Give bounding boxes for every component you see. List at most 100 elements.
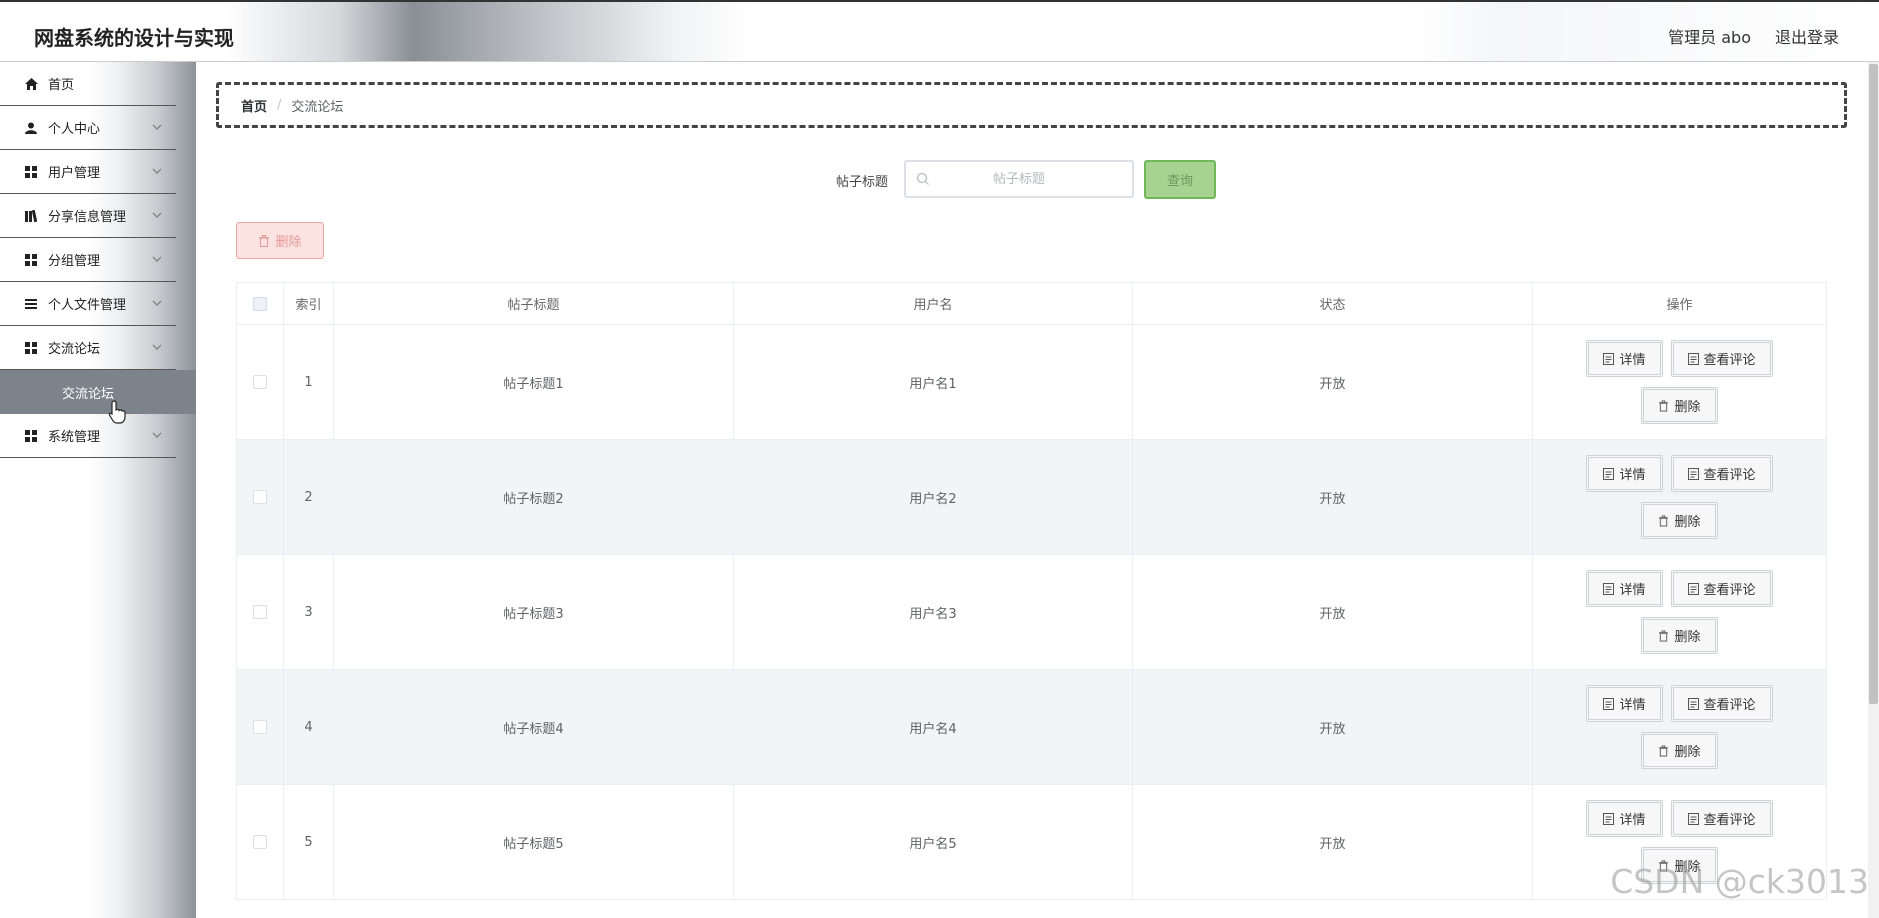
document-icon bbox=[1687, 812, 1699, 825]
column-header: 操作 bbox=[1533, 283, 1827, 324]
sidebar-item-users[interactable]: 用户管理 bbox=[0, 150, 176, 194]
detail-label: 详情 bbox=[1619, 813, 1646, 828]
row-index: 2 bbox=[284, 440, 334, 554]
chevron-down-icon bbox=[152, 212, 162, 218]
top-header: 网盘系统的设计与实现 管理员 abo 退出登录 bbox=[0, 0, 1879, 62]
detail-button[interactable]: 详情 bbox=[1586, 340, 1663, 377]
hand-cursor-icon bbox=[108, 400, 126, 424]
books-icon bbox=[24, 209, 38, 223]
sidebar-item-profile[interactable]: 个人中心 bbox=[0, 106, 176, 150]
row-checkbox-cell bbox=[236, 325, 284, 439]
sidebar-item-share-info[interactable]: 分享信息管理 bbox=[0, 194, 176, 238]
detail-button[interactable]: 详情 bbox=[1586, 570, 1663, 607]
view-comments-button[interactable]: 查看评论 bbox=[1670, 800, 1773, 837]
grid-icon bbox=[24, 165, 38, 179]
select-all-checkbox[interactable] bbox=[253, 296, 267, 311]
delete-label: 删除 bbox=[1674, 400, 1701, 415]
column-header: 用户名 bbox=[734, 283, 1133, 324]
breadcrumb-current: 交流论坛 bbox=[291, 99, 344, 115]
search-field[interactable] bbox=[904, 160, 1134, 198]
sidebar-item-personal-files[interactable]: 个人文件管理 bbox=[0, 282, 176, 326]
app-title: 网盘系统的设计与实现 bbox=[34, 26, 234, 50]
sidebar-item-label: 首页 bbox=[48, 78, 75, 93]
row-actions: 详情 查看评论 删除 bbox=[1533, 325, 1827, 439]
delete-button[interactable]: 删除 bbox=[1641, 387, 1718, 424]
row-checkbox-cell bbox=[236, 670, 284, 784]
column-header: 索引 bbox=[284, 283, 334, 324]
row-checkbox[interactable] bbox=[253, 605, 267, 619]
sidebar-item-label: 交流论坛 bbox=[48, 342, 101, 357]
delete-label: 删除 bbox=[1674, 745, 1701, 760]
row-status: 开放 bbox=[1133, 555, 1533, 669]
row-status: 开放 bbox=[1133, 670, 1533, 784]
admin-label: 管理员 abo bbox=[1668, 28, 1751, 47]
delete-button[interactable]: 删除 bbox=[1641, 617, 1718, 654]
row-title: 帖子标题4 bbox=[334, 670, 734, 784]
header-checkbox-cell bbox=[236, 283, 284, 324]
detail-button[interactable]: 详情 bbox=[1586, 800, 1663, 837]
view-comments-button[interactable]: 查看评论 bbox=[1670, 570, 1773, 607]
detail-label: 详情 bbox=[1619, 698, 1646, 713]
sidebar-item-home[interactable]: 首页 bbox=[0, 62, 176, 106]
detail-button[interactable]: 详情 bbox=[1586, 685, 1663, 722]
sidebar-item-system[interactable]: 系统管理 bbox=[0, 414, 176, 458]
row-status: 开放 bbox=[1133, 785, 1533, 899]
view-comments-button[interactable]: 查看评论 bbox=[1670, 340, 1773, 377]
page-scrollbar[interactable] bbox=[1868, 62, 1879, 918]
sidebar-item-label: 个人文件管理 bbox=[48, 298, 127, 313]
document-icon bbox=[1603, 352, 1615, 365]
row-actions: 详情 查看评论 删除 bbox=[1533, 440, 1827, 554]
sidebar-item-label: 分组管理 bbox=[48, 254, 101, 269]
grid-icon bbox=[24, 341, 38, 355]
batch-delete-label: 删除 bbox=[275, 235, 302, 250]
chevron-down-icon bbox=[152, 168, 162, 174]
search-input[interactable] bbox=[906, 162, 1132, 196]
delete-button[interactable]: 删除 bbox=[1641, 732, 1718, 769]
column-header: 帖子标题 bbox=[334, 283, 734, 324]
row-username: 用户名2 bbox=[734, 440, 1133, 554]
scrollbar-thumb[interactable] bbox=[1869, 64, 1878, 704]
comments-label: 查看评论 bbox=[1703, 353, 1756, 368]
sidebar-item-label: 分享信息管理 bbox=[48, 210, 127, 225]
sidebar-item-label: 系统管理 bbox=[48, 430, 101, 445]
row-checkbox-cell bbox=[236, 555, 284, 669]
query-button[interactable]: 查询 bbox=[1144, 160, 1216, 199]
document-icon bbox=[1687, 352, 1699, 365]
row-title: 帖子标题5 bbox=[334, 785, 734, 899]
view-comments-button[interactable]: 查看评论 bbox=[1670, 685, 1773, 722]
detail-label: 详情 bbox=[1619, 353, 1646, 368]
breadcrumb-home[interactable]: 首页 bbox=[241, 96, 267, 115]
detail-label: 详情 bbox=[1619, 468, 1646, 483]
row-checkbox[interactable] bbox=[253, 490, 267, 504]
row-index: 5 bbox=[284, 785, 334, 899]
watermark: CSDN @ck3013 bbox=[1610, 862, 1869, 901]
sidebar-subitem-forum[interactable]: 交流论坛 bbox=[0, 370, 196, 414]
document-icon bbox=[1603, 582, 1615, 595]
batch-delete-button[interactable]: 删除 bbox=[236, 222, 324, 259]
document-icon bbox=[1687, 467, 1699, 480]
delete-label: 删除 bbox=[1674, 515, 1701, 530]
document-icon bbox=[1687, 582, 1699, 595]
delete-label: 删除 bbox=[1674, 630, 1701, 645]
table-row: 1 帖子标题1 用户名1 开放 详情 查看评论 删除 bbox=[236, 325, 1827, 440]
delete-button[interactable]: 删除 bbox=[1641, 502, 1718, 539]
table-row: 2 帖子标题2 用户名2 开放 详情 查看评论 删除 bbox=[236, 440, 1827, 555]
comments-label: 查看评论 bbox=[1703, 698, 1756, 713]
column-header: 状态 bbox=[1133, 283, 1533, 324]
row-checkbox-cell bbox=[236, 440, 284, 554]
sidebar-item-forum[interactable]: 交流论坛 bbox=[0, 326, 176, 370]
logout-link[interactable]: 退出登录 bbox=[1775, 24, 1839, 48]
row-index: 4 bbox=[284, 670, 334, 784]
table-header: 索引 帖子标题 用户名 状态 操作 bbox=[236, 283, 1827, 325]
row-title: 帖子标题3 bbox=[334, 555, 734, 669]
breadcrumb-separator: / bbox=[277, 97, 282, 113]
row-checkbox[interactable] bbox=[253, 375, 267, 389]
chevron-down-icon bbox=[152, 124, 162, 130]
row-checkbox[interactable] bbox=[253, 720, 267, 734]
view-comments-button[interactable]: 查看评论 bbox=[1670, 455, 1773, 492]
document-icon bbox=[1603, 467, 1615, 480]
detail-button[interactable]: 详情 bbox=[1586, 455, 1663, 492]
sidebar-item-groups[interactable]: 分组管理 bbox=[0, 238, 176, 282]
row-checkbox[interactable] bbox=[253, 835, 267, 849]
forum-table: 索引 帖子标题 用户名 状态 操作 1 帖子标题1 用户名1 开放 详情 查看评… bbox=[236, 282, 1827, 900]
